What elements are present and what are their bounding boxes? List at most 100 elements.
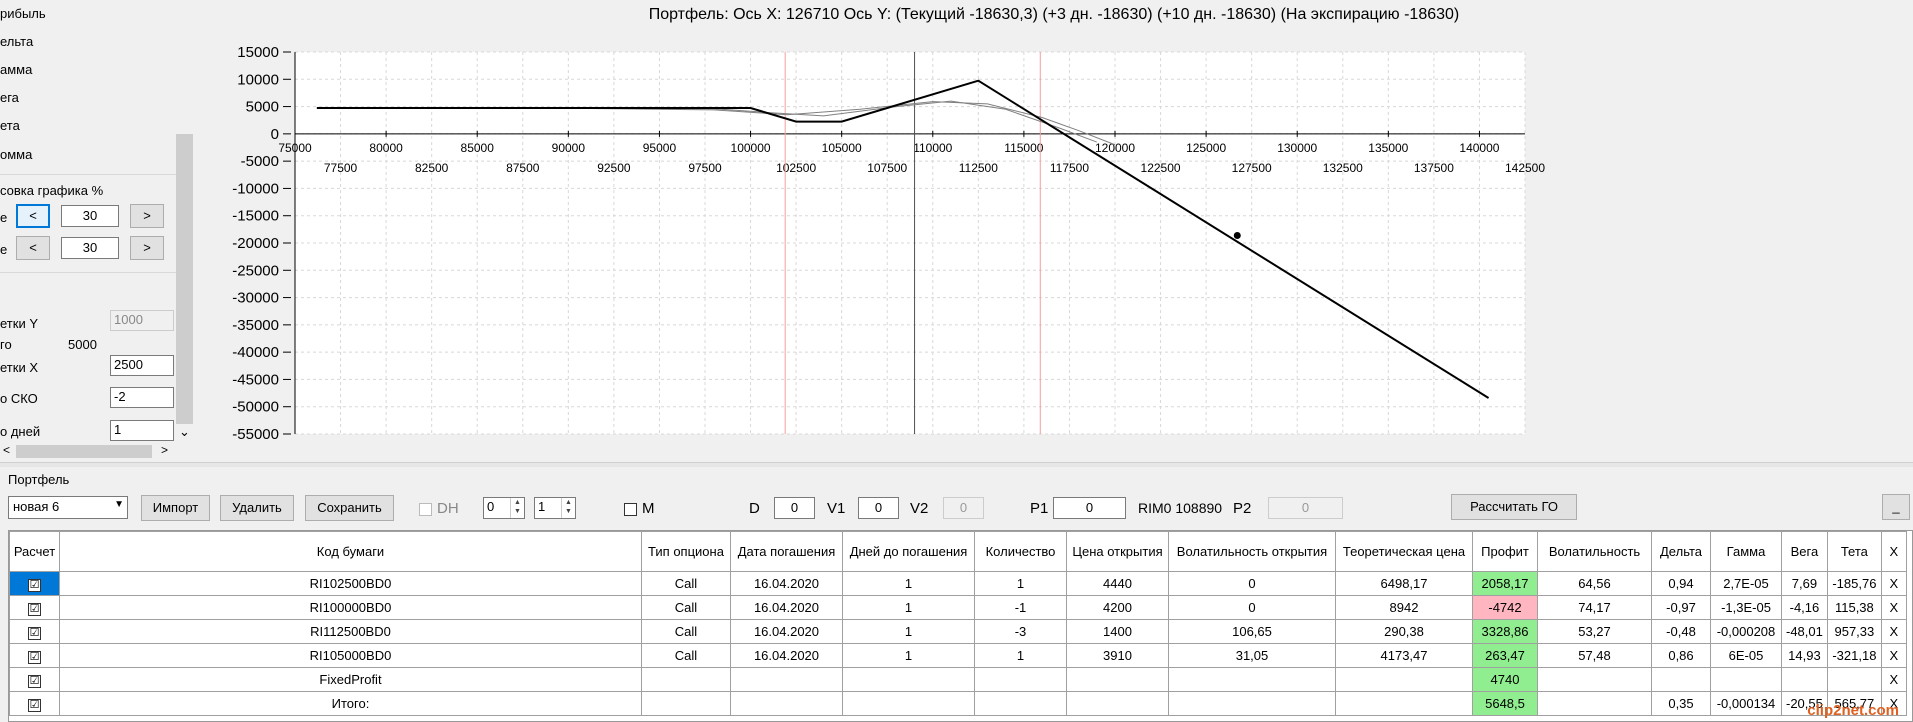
table-cell[interactable] [1066,691,1169,716]
table-cell[interactable]: 16.04.2020 [730,595,843,620]
table-cell[interactable]: 3328,86 [1472,619,1538,644]
dh-checkbox[interactable] [419,503,432,516]
calc-checkbox[interactable]: ☑ [28,674,41,688]
table-cell[interactable]: 2058,17 [1472,571,1538,596]
table-cell[interactable]: 1 [974,643,1067,668]
column-header[interactable]: Теоретическая цена [1335,531,1473,572]
spin-arrows-icon[interactable]: ▲ ▼ [510,498,524,518]
scale-row1-prev-button[interactable]: < [16,204,50,228]
calc-checkbox[interactable]: ☑ [28,602,41,616]
table-cell[interactable]: RI112500BD0 [59,619,642,644]
calc-checkbox[interactable]: ☑ [28,578,41,592]
m-checkbox[interactable] [624,503,637,516]
column-header[interactable]: X [1880,531,1907,572]
table-cell[interactable]: 7,69 [1781,571,1828,596]
table-cell[interactable]: RI105000BD0 [59,643,642,668]
column-header[interactable]: Дней до погашения [842,531,975,572]
table-cell[interactable]: 1 [842,595,975,620]
table-cell[interactable]: 4440 [1066,571,1169,596]
scroll-right-arrow-icon[interactable]: > [161,443,168,457]
table-cell[interactable]: 106,65 [1168,619,1336,644]
table-cell[interactable] [1335,667,1473,692]
table-cell[interactable] [730,667,843,692]
table-cell[interactable]: 4200 [1066,595,1169,620]
table-cell[interactable]: 8942 [1335,595,1473,620]
table-cell[interactable]: -321,18 [1826,643,1882,668]
left-vertical-scroll-thumb[interactable] [176,134,193,424]
sko-input[interactable]: -2 [110,387,174,408]
table-cell[interactable]: 14,93 [1781,643,1828,668]
table-cell[interactable]: -1,3E-05 [1710,595,1782,620]
v1-input[interactable]: 0 [858,497,899,519]
column-header[interactable]: Количество [974,531,1067,572]
table-cell[interactable]: -1 [974,595,1067,620]
calculate-go-button[interactable]: Рассчитать ГО [1451,494,1577,520]
calc-checkbox-cell[interactable]: ☑ [9,619,60,644]
delete-row-cell[interactable]: X [1880,571,1907,596]
delete-button[interactable]: Удалить [220,495,294,521]
calc-checkbox-cell[interactable]: ☑ [9,595,60,620]
table-row[interactable]: ☑ RI105000BD0 Call 16.04.2020 1 1 3910 31,05 417… [9,643,1907,668]
table-cell[interactable]: 57,48 [1537,643,1652,668]
table-cell[interactable]: 64,56 [1537,571,1652,596]
table-cell[interactable]: 4740 [1472,667,1538,692]
table-row[interactable]: ☑ FixedProfit 4740 X [9,667,1907,692]
scroll-down-arrow-icon[interactable]: ⌄ [179,424,190,440]
list-item-gamma[interactable]: амма [0,62,32,77]
table-cell[interactable]: 6498,17 [1335,571,1473,596]
calc-checkbox[interactable]: ☑ [28,650,41,664]
table-cell[interactable] [974,667,1067,692]
d-input[interactable]: 0 [774,497,815,519]
table-cell[interactable] [1168,691,1336,716]
table-cell[interactable]: 4173,47 [1335,643,1473,668]
delete-row-cell[interactable]: X [1880,667,1907,692]
p1-input[interactable]: 0 [1053,497,1126,519]
table-cell[interactable]: 0,35 [1651,691,1711,716]
table-cell[interactable] [1710,667,1782,692]
table-cell[interactable]: 0,94 [1651,571,1711,596]
calc-checkbox-cell[interactable]: ☑ [9,571,60,596]
table-cell[interactable]: 1 [842,619,975,644]
table-cell[interactable]: 16.04.2020 [730,619,843,644]
list-item-theta[interactable]: ета [0,118,20,133]
column-header[interactable]: Дата погашения [730,531,843,572]
table-cell[interactable]: Call [641,643,731,668]
table-cell[interactable] [641,691,731,716]
table-cell[interactable]: -0,000134 [1710,691,1782,716]
table-cell[interactable] [730,691,843,716]
delete-row-cell[interactable]: X [1880,619,1907,644]
table-cell[interactable]: 0 [1168,595,1336,620]
table-cell[interactable]: 5648,5 [1472,691,1538,716]
table-cell[interactable] [1781,667,1828,692]
column-header[interactable]: Гамма [1710,531,1782,572]
calc-checkbox-cell[interactable]: ☑ [9,667,60,692]
table-cell[interactable]: 31,05 [1168,643,1336,668]
table-cell[interactable]: RI102500BD0 [59,571,642,596]
payoff-chart[interactable]: 150001000050000-5000-10000-15000-20000-2… [195,0,1913,462]
column-header[interactable]: Код бумаги [59,531,642,572]
table-cell[interactable]: 1 [974,571,1067,596]
table-cell[interactable]: -48,01 [1781,619,1828,644]
column-header[interactable]: Волатильность открытия [1168,531,1336,572]
table-cell[interactable]: -4742 [1472,595,1538,620]
table-cell[interactable]: 53,27 [1537,619,1652,644]
table-row[interactable]: ☑ Итого: 5648,5 0,35 -0,000134 -20,55 565,77 X [9,691,1907,716]
calc-checkbox-cell[interactable]: ☑ [9,691,60,716]
table-cell[interactable]: 2,7E-05 [1710,571,1782,596]
table-cell[interactable]: -185,76 [1826,571,1882,596]
table-cell[interactable]: -0,97 [1651,595,1711,620]
spin1-input[interactable]: 0 ▲ ▼ [483,497,525,519]
table-cell[interactable]: Call [641,595,731,620]
list-item-sum[interactable]: омма [0,147,32,162]
grid-x-input[interactable]: 2500 [110,355,174,376]
column-header[interactable]: Тета [1826,531,1882,572]
splitter[interactable] [0,462,1913,467]
table-cell[interactable]: 6E-05 [1710,643,1782,668]
table-cell[interactable]: 74,17 [1537,595,1652,620]
table-cell[interactable]: FixedProfit [59,667,642,692]
delete-row-cell[interactable]: X [1880,595,1907,620]
column-header[interactable]: Расчет [9,531,60,572]
table-cell[interactable]: Call [641,571,731,596]
table-cell[interactable]: -4,16 [1781,595,1828,620]
table-cell[interactable] [1335,691,1473,716]
